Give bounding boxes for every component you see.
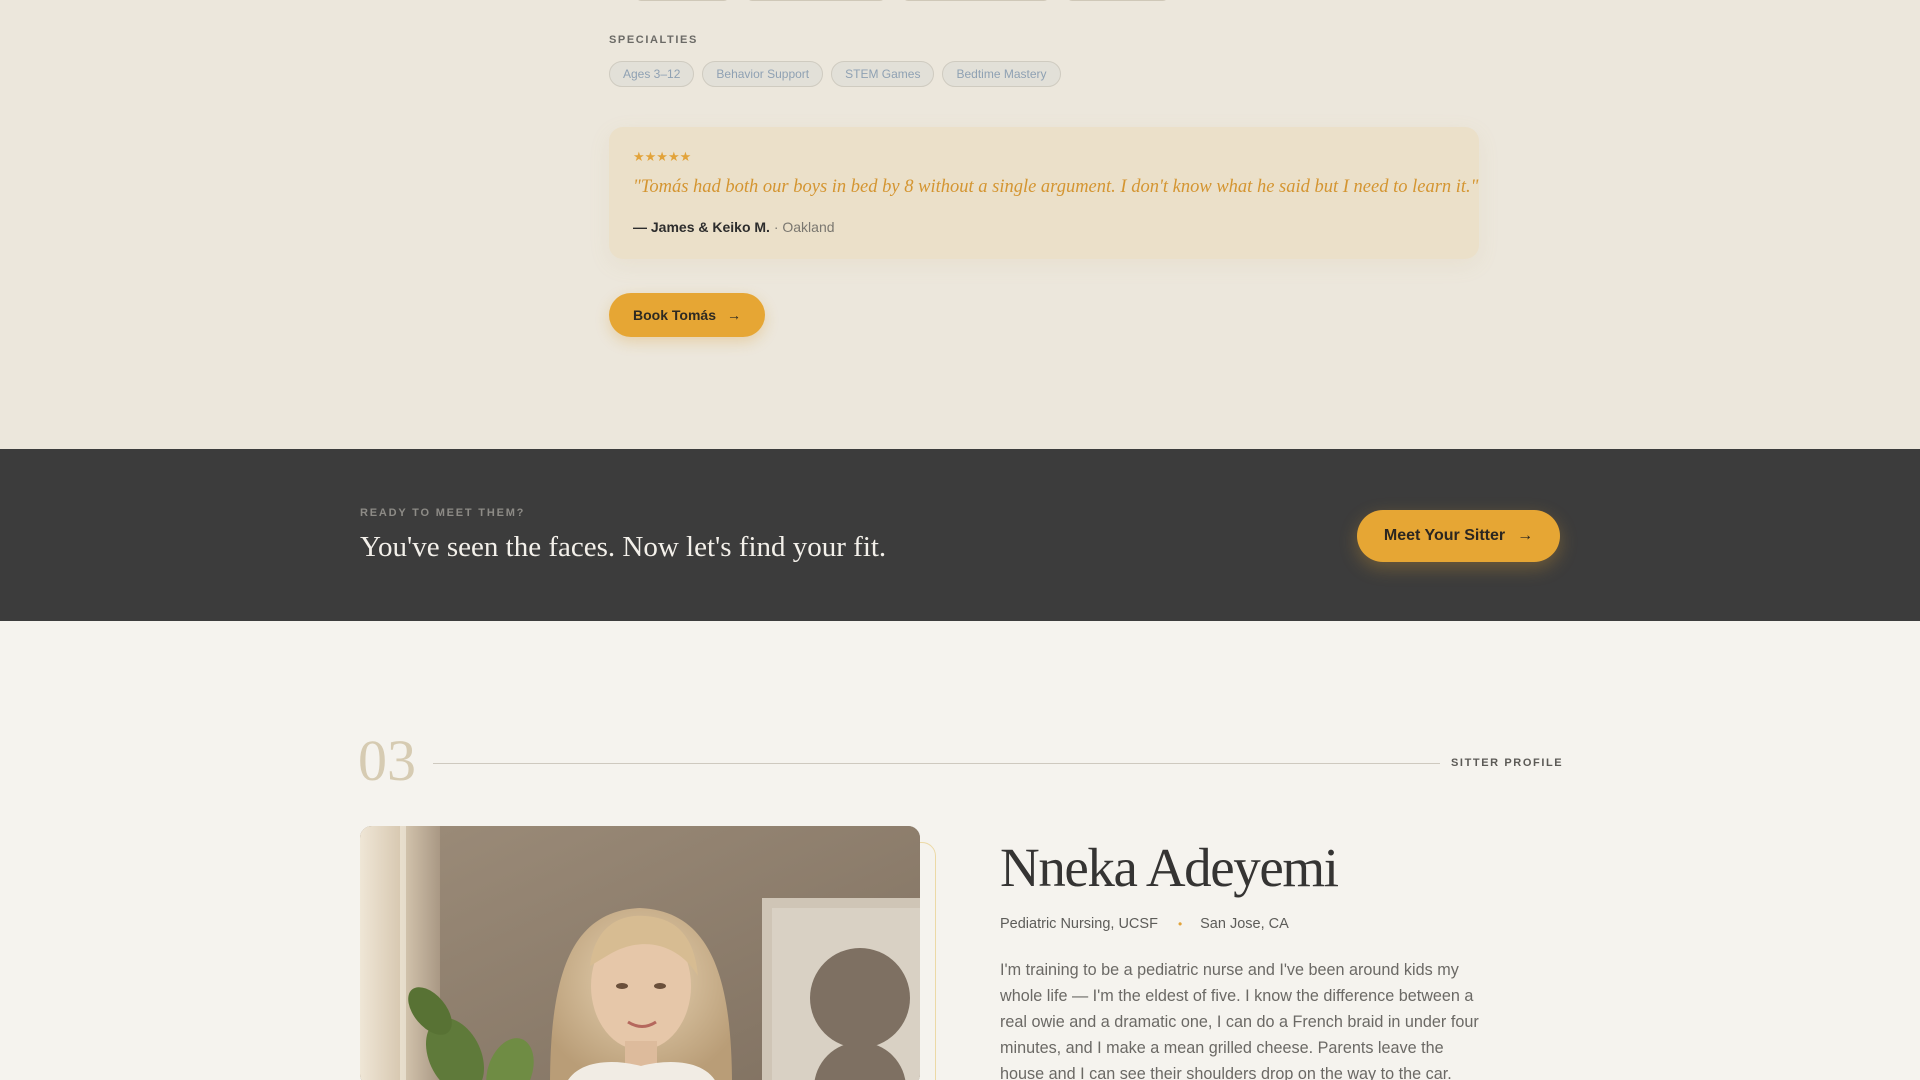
cta-eyebrow: READY TO MEET THEM? [360, 507, 526, 519]
bullet-separator: • [1177, 917, 1183, 931]
testimonial-author: — James & Keiko M. · Oakland [633, 219, 835, 235]
specialty-tags: Ages 3–12 Behavior Support STEM Games Be… [609, 61, 1061, 87]
profile-number: 03 [358, 728, 416, 793]
cut-off-tag [1066, 0, 1169, 1]
specialty-tag: Bedtime Mastery [942, 61, 1061, 87]
section-divider [433, 763, 1440, 764]
testimonial-card: ★★★★★ "Tomás had both our boys in bed by… [609, 127, 1479, 259]
testimonial-quote: "Tomás had both our boys in bed by 8 wit… [633, 177, 1479, 197]
arrow-right-icon: → [1517, 527, 1534, 544]
cut-off-tag [635, 0, 730, 1]
sitter-profile-tomas-section: SPECIALTIES Ages 3–12 Behavior Support S… [0, 0, 1920, 449]
sitter-meta: Pediatric Nursing, UCSF • San Jose, CA [1000, 916, 1289, 932]
meet-button-label: Meet Your Sitter [1383, 527, 1506, 544]
star-rating: ★★★★★ [633, 149, 692, 164]
sitter-name: Nneka Adeyemi [1000, 837, 1339, 898]
specialty-tag: Ages 3–12 [609, 61, 695, 87]
cta-title: You've seen the faces. Now let's find yo… [360, 531, 887, 563]
arrow-right-icon: → [726, 307, 741, 323]
specialty-tag: Behavior Support [702, 61, 824, 87]
section-label: SITTER PROFILE [1451, 757, 1564, 769]
cta-band: READY TO MEET THEM? You've seen the face… [0, 449, 1920, 621]
sitter-credential: Pediatric Nursing, UCSF [1000, 916, 1158, 932]
specialty-tag: STEM Games [831, 61, 935, 87]
author-location: · Oakland [773, 219, 835, 235]
cut-off-tag [746, 0, 886, 1]
author-name: — James & Keiko M. [633, 219, 770, 235]
book-button-label: Book Tomás [633, 307, 716, 323]
cut-off-tag [902, 0, 1050, 1]
sitter-portrait-illustration [360, 826, 920, 1080]
sitter-location: San Jose, CA [1200, 916, 1289, 932]
sitter-photo [360, 826, 920, 1080]
meet-your-sitter-button[interactable]: Meet Your Sitter → [1357, 510, 1560, 562]
book-tomas-button[interactable]: Book Tomás → [609, 293, 765, 337]
sitter-profile-nneka-section: 03 SITTER PROFILE Nneka Adeyemi Pediatri… [0, 621, 1920, 1080]
specialties-label: SPECIALTIES [609, 34, 698, 46]
sitter-bio: I'm training to be a pediatric nurse and… [1000, 961, 1479, 1080]
